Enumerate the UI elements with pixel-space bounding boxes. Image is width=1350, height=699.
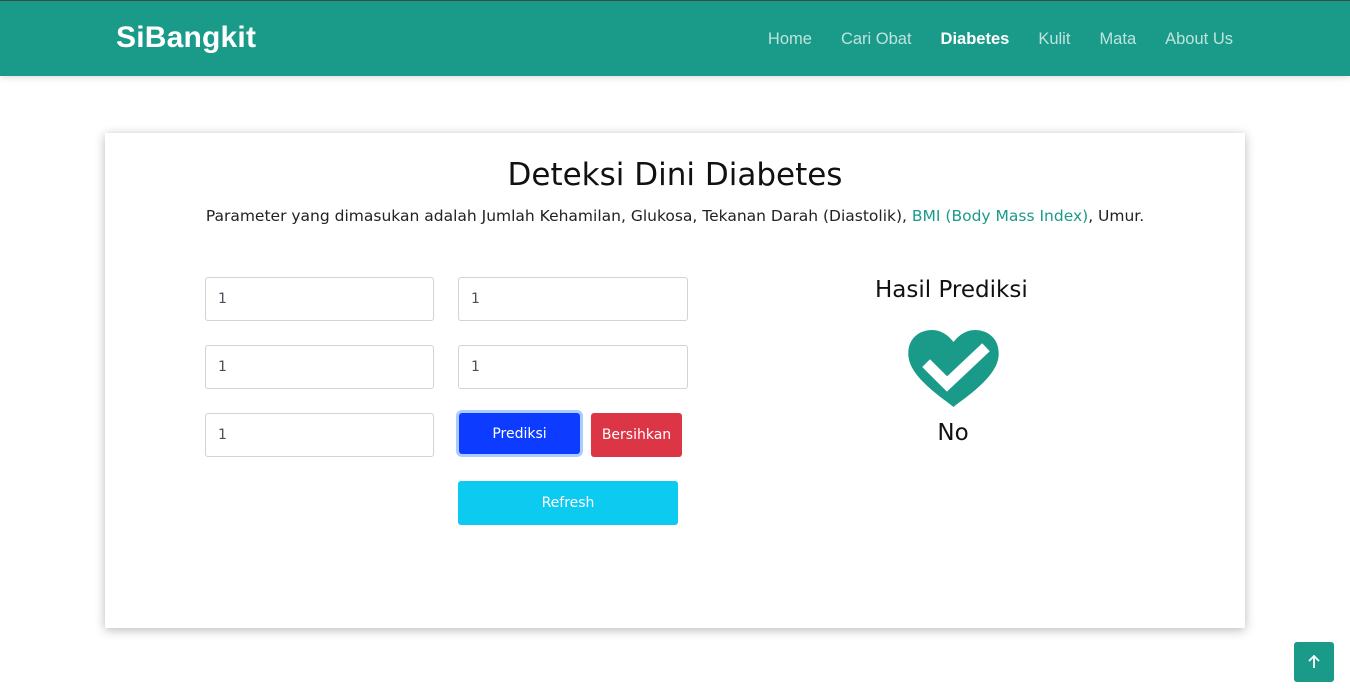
scroll-to-top-button[interactable]	[1294, 642, 1334, 682]
bmi-link[interactable]: BMI (Body Mass Index)	[912, 207, 1088, 225]
input-field-1[interactable]: 1	[205, 277, 434, 321]
refresh-button[interactable]: Refresh	[458, 481, 678, 525]
diabetes-card: Deteksi Dini Diabetes Parameter yang dim…	[105, 133, 1245, 628]
brand-logo[interactable]: SiBangkit	[116, 21, 256, 55]
input-field-5[interactable]: 1	[205, 413, 434, 457]
predict-button[interactable]: Prediksi	[459, 413, 580, 454]
page-title: Deteksi Dini Diabetes	[507, 157, 843, 193]
page-description: Parameter yang dimasukan adalah Jumlah K…	[105, 207, 1245, 225]
top-navbar: SiBangkit Home Cari Obat Diabetes Kulit …	[0, 0, 1350, 76]
nav-kulit[interactable]: Kulit	[1038, 30, 1070, 49]
result-title: Hasil Prediksi	[875, 277, 1028, 303]
input-field-2[interactable]: 1	[458, 277, 688, 321]
heart-check-icon	[907, 329, 1000, 409]
input-field-4[interactable]: 1	[458, 345, 688, 389]
nav-diabetes[interactable]: Diabetes	[941, 30, 1010, 49]
result-value: No	[937, 420, 969, 446]
nav-home[interactable]: Home	[768, 30, 812, 49]
nav-mata[interactable]: Mata	[1099, 30, 1136, 49]
main-nav: Home Cari Obat Diabetes Kulit Mata About…	[739, 30, 1233, 49]
description-suffix: , Umur.	[1088, 207, 1145, 225]
arrow-up-icon	[1308, 655, 1320, 668]
clear-button[interactable]: Bersihkan	[591, 413, 682, 457]
nav-about-us[interactable]: About Us	[1165, 30, 1233, 49]
nav-cari-obat[interactable]: Cari Obat	[841, 30, 912, 49]
description-prefix: Parameter yang dimasukan adalah Jumlah K…	[205, 207, 912, 225]
input-field-3[interactable]: 1	[205, 345, 434, 389]
